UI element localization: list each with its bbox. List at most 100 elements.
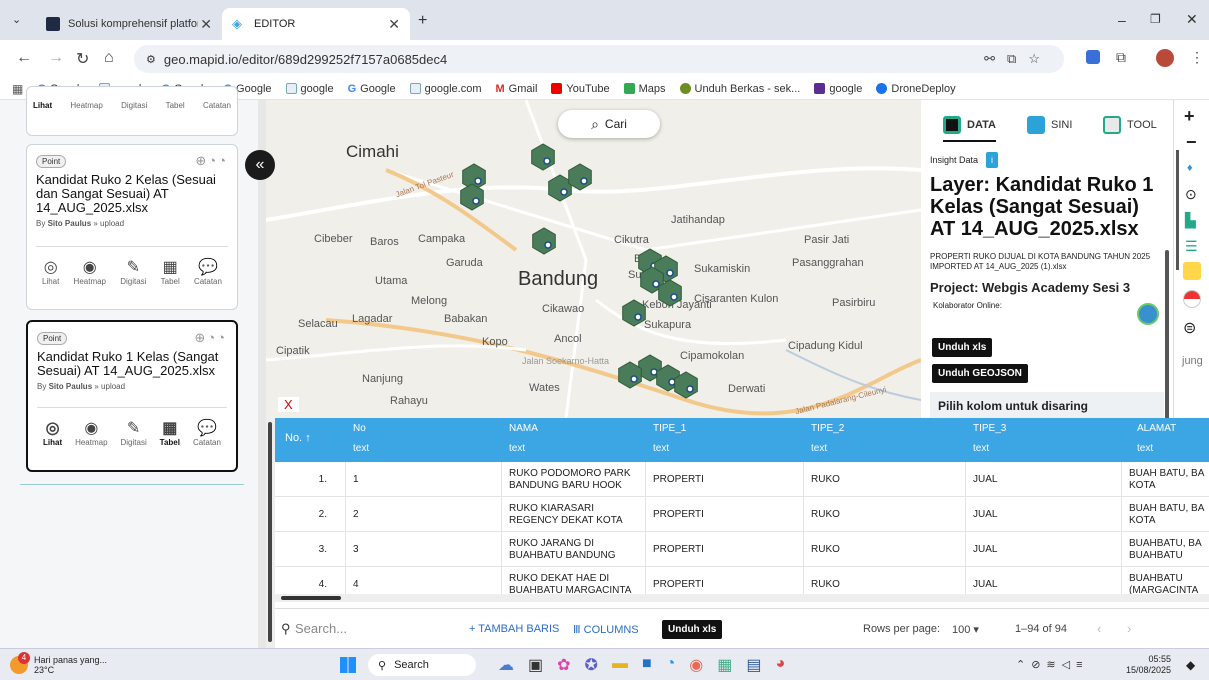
col-header-alamat[interactable]: ALAMAT text — [1137, 423, 1176, 454]
task-view-icon[interactable]: ▣ — [528, 655, 543, 675]
zoom-in-button[interactable]: + — [1184, 106, 1195, 127]
download-geojson-button[interactable]: Unduh GEOJSON — [932, 364, 1028, 383]
bookmark-google-6[interactable]: G Google — [348, 83, 396, 96]
basemap-icon[interactable] — [1183, 262, 1201, 280]
map-search-button[interactable]: ⌕ Cari — [558, 110, 660, 138]
columns-button[interactable]: Ⅲ COLUMNS — [573, 623, 639, 636]
table-row[interactable]: 3. 3 RUKO JARANG DI BUAHBATU BANDUNG PROPER… — [275, 532, 1209, 567]
zoom-out-button[interactable]: − — [1186, 132, 1197, 153]
tool-tabel[interactable]: Tabel — [166, 101, 185, 110]
restore-icon[interactable]: ❐ — [1150, 12, 1161, 26]
chrome-icon[interactable]: ◕ — [776, 655, 786, 675]
tool-scrollbar[interactable] — [1176, 150, 1179, 270]
collaborator-avatar[interactable] — [1137, 303, 1159, 325]
close-table-button[interactable]: X — [278, 397, 299, 412]
col-header-tipe3[interactable]: TIPE_3 text — [973, 423, 1006, 454]
system-tray-icons[interactable]: ⌃⊘≋◁≡ — [1016, 658, 1089, 671]
tool-digitasi[interactable]: ✎ Digitasi — [120, 257, 146, 286]
extension-icon[interactable] — [1086, 50, 1100, 64]
widgets-icon[interactable]: ☁ — [498, 655, 514, 675]
info-icon[interactable]: i — [986, 152, 999, 168]
col-header-tipe1[interactable]: TIPE_1 text — [653, 423, 686, 454]
copilot-icon[interactable]: ✿ — [557, 655, 570, 675]
chart-icon[interactable]: ▙ — [1185, 212, 1196, 229]
table-row[interactable]: 1. 1 RUKO PODOMORO PARK BANDUNG BARU HOOK P… — [275, 462, 1209, 497]
url-bar[interactable]: ⚙ geo.mapid.io/editor/689d299252f7157a06… — [134, 45, 1064, 73]
point-marker[interactable] — [560, 188, 568, 196]
minimize-icon[interactable]: – — [1118, 12, 1126, 28]
prev-page-button[interactable]: ‹ — [1097, 621, 1101, 636]
col-header-tipe2[interactable]: TIPE_2 text — [811, 423, 844, 454]
point-marker[interactable] — [650, 368, 658, 376]
start-windows-icon[interactable] — [340, 657, 356, 673]
bookmark-unduh[interactable]: Unduh Berkas - sek... — [679, 83, 800, 95]
map-canvas[interactable]: Cimahi Jalan Tol Pasteur Jatihandap Cibe… — [266, 100, 921, 418]
point-marker[interactable] — [670, 293, 678, 301]
rows-per-page-select[interactable]: 100 ▾ — [952, 623, 979, 636]
close-tab-icon[interactable]: ✕ — [388, 16, 400, 33]
extensions-puzzle-icon[interactable]: ⧉ — [1116, 49, 1126, 66]
tab-sini[interactable]: SINI — [1027, 116, 1072, 134]
tool-lihat[interactable]: Lihat — [33, 101, 52, 110]
point-marker[interactable] — [686, 385, 694, 393]
card-actions-icon[interactable]: ⊕◔◔ — [194, 330, 227, 346]
close-tab-icon[interactable]: ✕ — [200, 16, 212, 33]
new-tab-button[interactable]: + — [418, 12, 427, 30]
add-row-button[interactable]: + TAMBAH BARIS — [469, 623, 559, 635]
filter-column-label[interactable]: Pilih kolom untuk disaring — [930, 392, 1164, 418]
point-marker[interactable] — [474, 177, 482, 185]
taskbar-search[interactable]: ⚲ Search — [368, 654, 476, 676]
next-page-button[interactable]: › — [1127, 621, 1131, 636]
omnibox-actions-icon[interactable]: ⚯⧉☆ — [984, 51, 1052, 67]
tab-tool[interactable]: TOOL — [1103, 116, 1157, 134]
hex-cluster-marker[interactable] — [618, 361, 642, 389]
legend-list-icon[interactable]: ☰ — [1185, 238, 1198, 255]
hex-cluster-marker[interactable] — [622, 299, 646, 327]
clock[interactable]: 05:55 15/08/2025 — [1126, 654, 1171, 676]
file-explorer-icon[interactable]: ▬ — [612, 655, 628, 675]
tool-heatmap[interactable]: ◉ Heatmap — [74, 257, 106, 286]
point-marker[interactable] — [666, 269, 674, 277]
tab-search-icon[interactable]: ⌄ — [12, 13, 21, 26]
point-marker[interactable] — [652, 280, 660, 288]
close-window-icon[interactable]: ✕ — [1186, 11, 1198, 28]
col-header-nama[interactable]: NAMA text — [509, 423, 538, 454]
card-actions-icon[interactable]: ⊕◔◔ — [195, 153, 228, 169]
point-marker[interactable] — [472, 197, 480, 205]
layer-card-ruko1[interactable]: Point ⊕◔◔ Kandidat Ruko 1 Kelas (Sangat … — [26, 320, 238, 472]
back-icon[interactable]: ← — [16, 49, 32, 67]
tool-catatan[interactable]: Catatan — [203, 101, 231, 110]
chrome-alt-icon[interactable]: ◉ — [689, 655, 703, 675]
horizontal-scrollbar[interactable] — [275, 594, 1209, 602]
notifications-icon[interactable]: ◆ — [1186, 658, 1195, 672]
download-xls-button[interactable]: Unduh xls — [932, 338, 993, 357]
apps-grid-icon[interactable]: ▦ — [12, 82, 23, 96]
bookmark-google-5[interactable]: google — [285, 83, 334, 95]
col-header-no[interactable]: No text — [353, 423, 369, 454]
edge-icon[interactable]: ◔ — [666, 655, 676, 675]
table-search-input[interactable]: Search... — [295, 621, 347, 636]
word-icon[interactable]: ▤ — [746, 655, 761, 675]
teams-icon[interactable]: ✪ — [585, 655, 598, 675]
bookmark-maps[interactable]: Maps — [623, 83, 666, 95]
tool-heatmap[interactable]: Heatmap — [70, 101, 102, 110]
flag-icon[interactable] — [1183, 290, 1201, 308]
tool-lihat[interactable]: ◎ Lihat — [42, 257, 59, 286]
bookmark-google-7[interactable]: google — [814, 83, 862, 95]
site-info-icon[interactable]: ⚙ — [146, 53, 156, 66]
hex-cluster-marker[interactable] — [460, 183, 484, 211]
bookmark-dronedeploy[interactable]: DroneDeploy — [876, 83, 956, 95]
tool-catatan[interactable]: 💬 Catatan — [193, 418, 221, 447]
bookmark-google-com[interactable]: google.com — [409, 83, 482, 95]
store-icon[interactable]: ■ — [642, 655, 652, 675]
browser-tab-solusi[interactable]: Solusi komprehensif platform A ✕ — [36, 8, 222, 40]
tool-catatan[interactable]: 💬 Catatan — [194, 257, 222, 286]
reload-icon[interactable]: ↻ — [76, 49, 89, 69]
tool-tabel[interactable]: ▦ Tabel — [161, 257, 180, 286]
tool-tabel[interactable]: ▦ Tabel — [160, 418, 180, 447]
hex-cluster-marker[interactable] — [568, 163, 592, 191]
point-marker[interactable] — [543, 157, 551, 165]
hex-cluster-marker[interactable] — [531, 143, 555, 171]
compass-icon[interactable]: ♦ — [1187, 162, 1193, 174]
tool-heatmap[interactable]: ◉ Heatmap — [75, 418, 107, 447]
